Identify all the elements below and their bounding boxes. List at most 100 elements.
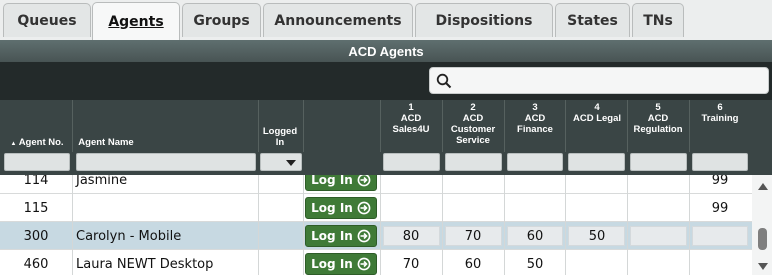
login-button[interactable]: Log In: [305, 253, 377, 275]
filter-acd-3[interactable]: [507, 153, 563, 171]
filter-row: [0, 152, 772, 175]
table-row[interactable]: 460 Laura NEWT Desktop Log In 70 60 50: [0, 250, 752, 275]
filter-acd-2[interactable]: [445, 153, 502, 171]
filter-logged-in-dropdown[interactable]: [260, 153, 302, 171]
agents-table-body: 114 Jasmine Log In 99 115 Log In 99 300 …: [0, 175, 752, 275]
divider: [504, 175, 505, 275]
login-label: Log In: [311, 201, 353, 215]
col-acd-2-line3: Service: [456, 135, 490, 146]
col-agent-no-label: Agent No.: [18, 137, 64, 148]
col-acd-5-num: 5: [655, 102, 661, 113]
table-row[interactable]: 114 Jasmine Log In 99: [0, 175, 752, 194]
cell-agent-no: 114: [23, 175, 49, 188]
col-acd-3-line1: ACD: [524, 113, 546, 124]
col-acd-3-line2: Finance: [517, 124, 553, 135]
scroll-thumb[interactable]: [758, 228, 767, 250]
cell-acd-1: 80: [402, 228, 420, 244]
login-button[interactable]: Log In: [305, 225, 377, 247]
cell-agent-no: 300: [23, 228, 49, 244]
login-label: Log In: [311, 175, 353, 187]
col-acd-4[interactable]: 4 ACD Legal: [566, 102, 628, 124]
col-acd-1-line2: Sales4U: [392, 124, 430, 135]
filter-acd-1[interactable]: [383, 153, 440, 171]
login-label: Log In: [311, 229, 353, 243]
chevron-down-icon: [286, 160, 296, 166]
col-acd-5-line1: ACD: [647, 113, 669, 124]
cell-acd-1: 70: [402, 256, 420, 272]
tab-tns[interactable]: TNs: [632, 3, 684, 37]
filter-acd-6[interactable]: [692, 153, 748, 171]
col-acd-5[interactable]: 5 ACD Regulation: [628, 102, 688, 135]
cell-acd-6: 99: [711, 200, 729, 216]
col-agent-name[interactable]: Agent Name: [74, 137, 138, 148]
col-acd-2-line1: ACD: [462, 113, 484, 124]
cell-acd-3: 50: [526, 256, 544, 272]
divider: [380, 175, 381, 275]
cell-acd-2: 70: [464, 228, 482, 244]
col-acd-3[interactable]: 3 ACD Finance: [505, 102, 565, 135]
login-arrow-icon: [357, 257, 371, 271]
tab-groups[interactable]: Groups: [182, 3, 261, 37]
col-acd-1[interactable]: 1 ACD Sales4U: [381, 102, 441, 135]
tab-announcements[interactable]: Announcements: [263, 3, 413, 37]
scroll-up-icon[interactable]: [758, 183, 768, 190]
divider: [689, 175, 690, 275]
filter-acd-4[interactable]: [568, 153, 625, 171]
col-acd-5-line2: Regulation: [633, 124, 683, 135]
col-acd-1-line1: ACD: [400, 113, 422, 124]
login-arrow-icon: [357, 201, 371, 215]
col-agent-no[interactable]: ▲ Agent No.: [2, 137, 72, 150]
col-acd-6-num: 6: [717, 102, 723, 113]
login-label: Log In: [311, 257, 353, 271]
col-acd-1-num: 1: [408, 102, 414, 113]
vertical-scrollbar[interactable]: [752, 175, 772, 275]
scroll-down-icon[interactable]: [758, 263, 768, 270]
login-arrow-icon: [357, 175, 371, 187]
divider: [258, 175, 259, 275]
sort-ascending-icon: ▲: [10, 141, 17, 147]
cell-agent-name: Jasmine: [76, 175, 128, 188]
filter-agent-no[interactable]: [4, 153, 70, 171]
col-acd-2[interactable]: 2 ACD Customer Service: [443, 102, 503, 146]
divider: [72, 175, 73, 275]
col-logged-in-line1: Logged: [262, 126, 298, 137]
divider: [627, 175, 628, 275]
login-button[interactable]: Log In: [305, 197, 377, 219]
col-acd-4-line1: ACD Legal: [572, 113, 622, 124]
tab-dispositions[interactable]: Dispositions: [415, 3, 553, 37]
col-acd-4-num: 4: [594, 102, 600, 113]
cell-agent-no: 460: [23, 256, 49, 272]
divider: [565, 175, 566, 275]
cell-input-acd-5[interactable]: [630, 226, 687, 246]
col-acd-6-line1: Training: [701, 113, 739, 124]
filter-agent-name[interactable]: [76, 153, 256, 171]
cell-agent-name: [76, 194, 256, 222]
tab-states[interactable]: States: [555, 3, 630, 37]
tab-agents[interactable]: Agents: [92, 2, 180, 40]
cell-agent-no: 115: [23, 200, 49, 216]
search-input[interactable]: [429, 67, 769, 94]
col-logged-in-line2: In: [275, 137, 285, 148]
cell-input-acd-6[interactable]: [692, 226, 748, 246]
cell-acd-2: 60: [464, 256, 482, 272]
table-row[interactable]: 115 Log In 99: [0, 194, 752, 222]
cell-agent-name: Laura NEWT Desktop: [76, 256, 214, 272]
tab-queues[interactable]: Queues: [3, 3, 91, 37]
col-acd-2-line2: Customer: [450, 124, 496, 135]
login-arrow-icon: [357, 229, 371, 243]
col-acd-6[interactable]: 6 Training: [690, 102, 750, 124]
col-logged-in[interactable]: Logged In: [258, 126, 302, 148]
col-acd-3-num: 3: [532, 102, 538, 113]
tab-bar: Queues Agents Groups Announcements Dispo…: [0, 0, 772, 40]
table-header: ▲ Agent No. Agent Name Logged In 1 ACD S…: [0, 100, 772, 152]
divider: [303, 175, 304, 275]
login-button[interactable]: Log In: [305, 175, 377, 191]
panel-title: ACD Agents: [0, 40, 772, 62]
toolbar: [0, 62, 772, 100]
search-icon: [436, 73, 452, 89]
cell-acd-4: 50: [588, 228, 606, 244]
filter-acd-5[interactable]: [630, 153, 687, 171]
col-acd-2-num: 2: [470, 102, 476, 113]
table-row-selected[interactable]: 300 Carolyn - Mobile Log In 80 70 60 50: [0, 222, 752, 250]
divider: [442, 175, 443, 275]
